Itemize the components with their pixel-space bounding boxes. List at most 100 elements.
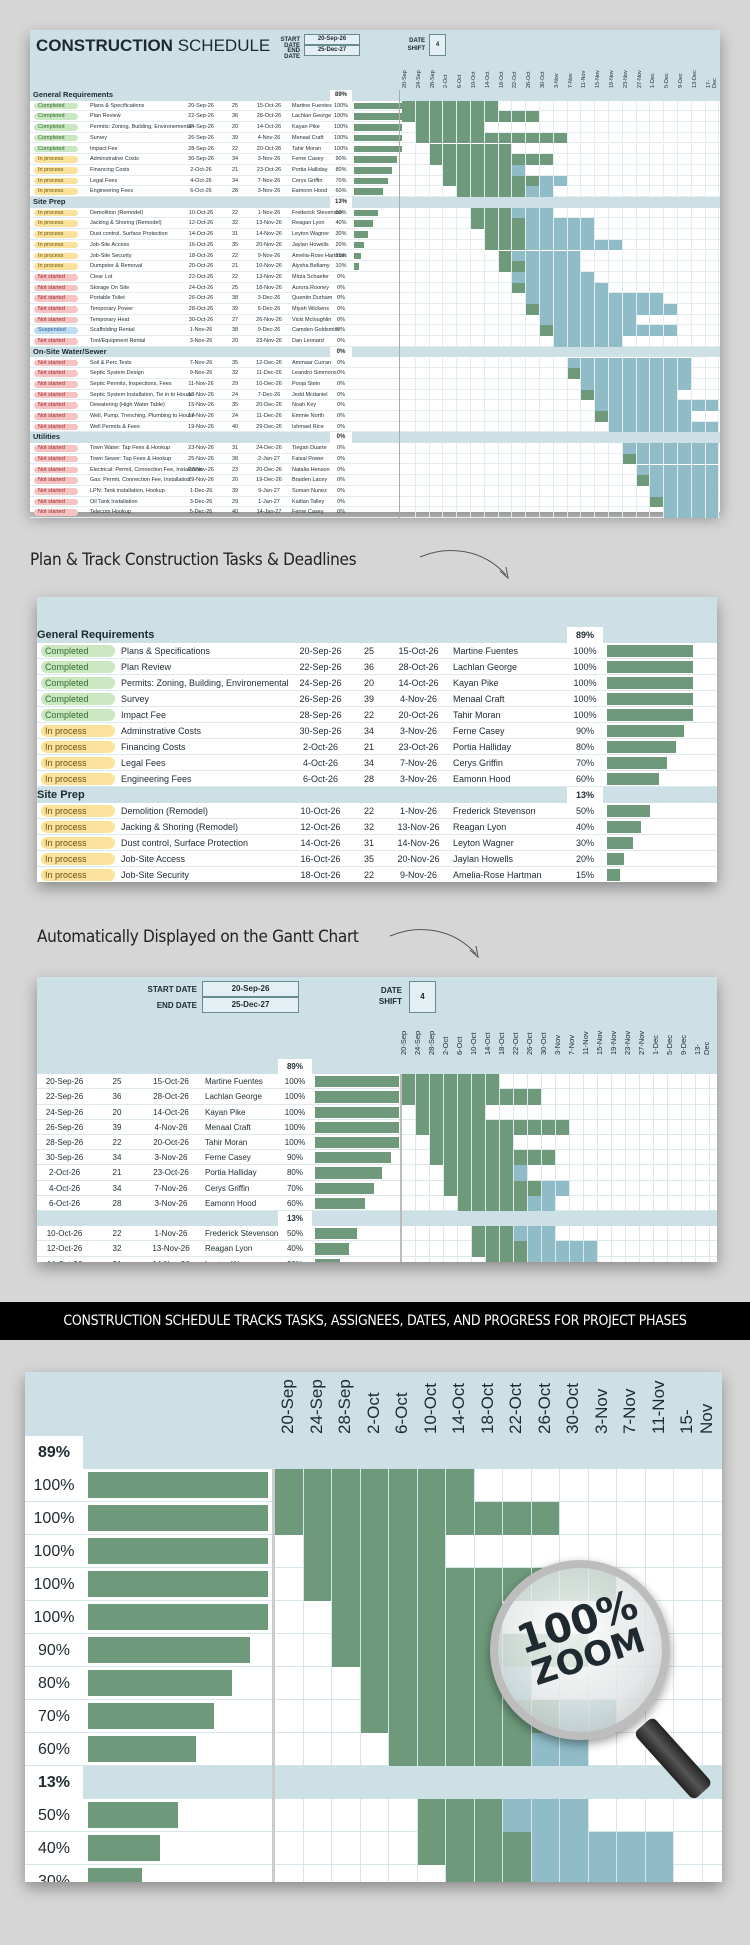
status-badge[interactable]: Completed [41, 693, 115, 705]
task-row[interactable]: 40% [25, 1832, 722, 1865]
task-row[interactable]: Completed Survey 26-Sep-26 39 4-Nov-26 Menaal… [30, 132, 720, 144]
task-row[interactable]: 20-Sep-26 25 15-Oct-26 Martine Fuentes 100% [37, 1074, 717, 1090]
task-row[interactable]: 2-Oct-26 21 23-Oct-26 Portia Halliday 80% [37, 1165, 717, 1181]
status-badge[interactable]: Not started [34, 487, 78, 495]
task-row[interactable]: In process Engineering Fees 6-Oct-26 28 3-No… [30, 186, 720, 197]
status-badge[interactable]: Not started [34, 359, 78, 367]
task-row[interactable]: In process Job-Site Security 18-Oct-26 22 9-… [37, 867, 717, 882]
status-badge[interactable]: In process [41, 757, 115, 769]
status-badge[interactable]: Completed [41, 709, 115, 721]
status-badge[interactable]: In process [41, 821, 115, 833]
task-row[interactable]: Not started Dewatering (High Water Table)… [30, 400, 720, 411]
task-row[interactable]: Not started Soil & Perc Tests 7-Nov-26 35 12… [30, 357, 720, 369]
task-row[interactable]: Not started Telecom Hookup 5-Dec-26 40 14-Ja… [30, 507, 720, 518]
status-badge[interactable]: Not started [34, 306, 78, 313]
status-badge[interactable]: Not started [34, 370, 78, 377]
task-row[interactable]: 30% [25, 1865, 722, 1882]
status-badge[interactable]: Not started [34, 509, 78, 516]
status-badge[interactable]: In process [34, 166, 78, 174]
task-row[interactable]: Not started Portable Toilet 26-Oct-26 38 3-D… [30, 293, 720, 304]
status-badge[interactable]: Not started [34, 413, 78, 420]
task-row[interactable]: Completed Permits: Zoning, Building, Envi… [37, 675, 717, 691]
task-row[interactable]: In process Legal Fees 4-Oct-26 34 7-Nov-26 Ce… [37, 755, 717, 771]
end-date-input[interactable]: 25-Dec-27 [202, 997, 299, 1013]
task-row[interactable]: In process Financing Costs 2-Oct-26 21 23-Oc… [37, 739, 717, 755]
status-badge[interactable]: Not started [34, 423, 78, 431]
task-row[interactable]: Completed Plans & Specifications 20-Sep-26… [30, 100, 720, 112]
task-row[interactable]: Completed Plans & Specifications 20-Sep-26… [37, 643, 717, 659]
task-row[interactable]: Not started Septic Permits, Inspections, … [30, 378, 720, 390]
status-badge[interactable]: Not started [34, 338, 78, 345]
status-badge[interactable]: Not started [34, 445, 78, 452]
status-badge[interactable]: Not started [34, 295, 78, 302]
status-badge[interactable]: In process [34, 209, 78, 217]
task-row[interactable]: Not started Oil Tank Installation 3-Dec-26… [30, 496, 720, 508]
status-badge[interactable]: Suspended [34, 327, 78, 335]
status-badge[interactable]: In process [34, 241, 78, 249]
task-row[interactable]: 26-Sep-26 39 4-Nov-26 Menaal Craft 100% [37, 1119, 717, 1135]
task-row[interactable]: 14-Oct-263114-Nov-26Leyton Wagner30% [37, 1256, 717, 1262]
task-row[interactable]: 24-Sep-26 20 14-Oct-26 Kayan Pike 100% [37, 1104, 717, 1120]
status-badge[interactable]: In process [34, 177, 78, 185]
task-row[interactable]: 12-Oct-26 32 13-Nov-26 Reagan Lyon 40% [37, 1241, 717, 1257]
start-date-input[interactable]: 20-Sep-26 [202, 981, 299, 997]
task-row[interactable]: In process Dust control, Surface Protecti… [30, 229, 720, 240]
status-badge[interactable]: Completed [34, 145, 78, 153]
status-badge[interactable]: In process [41, 869, 115, 881]
date-shift-input[interactable]: 4 [409, 981, 436, 1013]
task-row[interactable]: In process Job-Site Access 16-Oct-26 35 20-N… [37, 851, 717, 867]
status-badge[interactable]: Completed [34, 134, 78, 142]
status-badge[interactable]: Not started [34, 391, 78, 399]
task-row[interactable]: In process Job-Site Security 18-Oct-26 22 9-… [30, 250, 720, 262]
task-row[interactable]: In process Job-Site Access 16-Oct-26 35 20-N… [30, 239, 720, 251]
status-badge[interactable]: Completed [34, 102, 78, 110]
task-row[interactable]: Not started Temporary Power 28-Oct-26 39 6-D… [30, 304, 720, 315]
task-row[interactable]: Completed Impact Fee 28-Sep-26 22 20-Oct-26 T… [37, 707, 717, 723]
status-badge[interactable]: Completed [41, 677, 115, 689]
task-row[interactable]: In process Demolition (Remodel) 10-Oct-26 2… [30, 207, 720, 219]
status-badge[interactable]: Completed [41, 661, 115, 673]
task-row[interactable]: In process Jacking & Shoring (Remodel) 12-… [30, 218, 720, 230]
task-row[interactable]: In process Demolition (Remodel) 10-Oct-26 2… [37, 803, 717, 819]
status-badge[interactable]: Completed [41, 645, 115, 657]
task-row[interactable]: 30-Sep-26 34 3-Nov-26 Ferne Casey 90% [37, 1150, 717, 1166]
status-badge[interactable]: In process [34, 263, 78, 270]
status-badge[interactable]: In process [41, 725, 115, 737]
task-row[interactable]: Completed Permits: Zoning, Building, Envi… [30, 122, 720, 133]
task-row[interactable]: Not started Town Sewer: Tap Fees & Hookup… [30, 453, 720, 465]
task-row[interactable]: Not started Gas: Permit, Connection Fee, … [30, 475, 720, 486]
status-badge[interactable]: Not started [34, 273, 78, 281]
task-row[interactable]: Completed Plan Review 22-Sep-26 36 28-Oct-26… [37, 659, 717, 675]
status-badge[interactable]: In process [41, 853, 115, 865]
status-badge[interactable]: Not started [34, 477, 78, 484]
status-badge[interactable]: Not started [34, 316, 78, 324]
task-row[interactable]: Not started Tool/Equipment Rental 3-Nov-26… [30, 336, 720, 347]
status-badge[interactable]: In process [41, 805, 115, 817]
task-row[interactable]: In process Dust control, Surface Protecti… [37, 835, 717, 851]
status-badge[interactable]: Completed [34, 113, 78, 121]
task-row[interactable]: Not started Temporary Heat 30-Oct-26 27 26-N… [30, 314, 720, 326]
task-row[interactable]: In process Adminstrative Costs 30-Sep-26 34… [30, 154, 720, 165]
status-badge[interactable]: In process [34, 220, 78, 228]
task-row[interactable]: Completed Survey 26-Sep-26 39 4-Nov-26 Menaal… [37, 691, 717, 707]
task-row[interactable]: Not started Storage On Site 24-Oct-26 25 18-… [30, 282, 720, 294]
task-row[interactable]: Not started Electrical: Permit, Connectio… [30, 464, 720, 476]
status-badge[interactable]: Not started [34, 455, 78, 463]
task-row[interactable]: Completed Plan Review 22-Sep-26 36 28-Oct-26… [30, 111, 720, 123]
status-badge[interactable]: Completed [34, 124, 78, 131]
task-row[interactable]: In process Engineering Fees 6-Oct-26 28 3-No… [37, 771, 717, 787]
task-row[interactable]: In process Jacking & Shoring (Remodel) 12-… [37, 819, 717, 835]
status-badge[interactable]: In process [41, 837, 115, 849]
task-row[interactable]: Not started Clear Lot 22-Oct-26 22 13-Nov-26… [30, 271, 720, 283]
task-row[interactable]: 10-Oct-26 22 1-Nov-26 Frederick Stevenson 50… [37, 1226, 717, 1242]
status-badge[interactable]: Not started [34, 284, 78, 292]
start-date-input[interactable]: 20-Sep-26 [304, 34, 360, 45]
status-badge[interactable]: In process [41, 741, 115, 753]
task-row[interactable]: 28-Sep-26 22 20-Oct-26 Tahir Moran 100% [37, 1135, 717, 1151]
task-row[interactable]: Not started LPN: Tank installation, Hooku… [30, 485, 720, 497]
status-badge[interactable]: Not started [34, 402, 78, 409]
task-row[interactable]: 100% [25, 1469, 722, 1502]
task-row[interactable]: In process Dumpster & Removal 20-Oct-26 21 1… [30, 261, 720, 272]
task-row[interactable]: 4-Oct-26 34 7-Nov-26 Cerys Griffin 70% [37, 1180, 717, 1196]
status-badge[interactable]: Not started [34, 466, 78, 474]
